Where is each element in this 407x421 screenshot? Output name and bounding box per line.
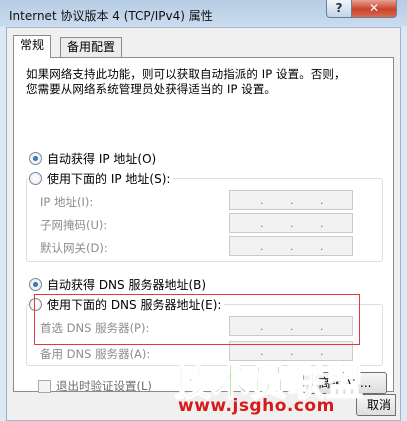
tab-general[interactable]: 常规 <box>13 35 52 58</box>
dns-auto-label: 自动获得 DNS 服务器地址(B) <box>47 277 207 292</box>
default-gateway-label: 默认网关(D): <box>40 241 108 255</box>
ip-manual-label: 使用下面的 IP 地址(S): <box>47 171 171 186</box>
general-panel: 如果网络支持此功能，则可以获取自动指派的 IP 设置。否则， 您需要从网络系统管… <box>13 57 394 392</box>
ip-address-label: IP 地址(I): <box>40 195 94 209</box>
subnet-mask-input[interactable]: ... <box>229 213 353 233</box>
default-gateway-input[interactable]: ... <box>229 236 353 256</box>
checkbox-icon[interactable] <box>38 379 51 393</box>
description-text: 如果网络支持此功能，则可以获取自动指派的 IP 设置。否则， 您需要从网络系统管… <box>26 67 386 97</box>
red-highlight-box <box>34 294 360 345</box>
watermark-url: www.jsgho.com <box>178 396 335 416</box>
ip-manual-group: IP 地址(I): ... 子网掩码(U): ... 默认网关(D): ... <box>26 178 383 262</box>
watermark-logo: 技术员联盟 www.jsgho.com <box>172 352 372 416</box>
radio-unselected-icon[interactable] <box>29 171 42 185</box>
tab-alternate-config[interactable]: 备用配置 <box>60 37 123 58</box>
ip-auto-label: 自动获得 IP 地址(O) <box>47 151 157 166</box>
ip-manual-radio[interactable]: 使用下面的 IP 地址(S): <box>29 170 174 186</box>
dns-auto-radio[interactable]: 自动获得 DNS 服务器地址(B) <box>29 276 210 292</box>
radio-selected-icon[interactable] <box>29 151 42 165</box>
subnet-mask-label: 子网掩码(U): <box>40 218 108 232</box>
window-title: Internet 协议版本 4 (TCP/IPv4) 属性 <box>9 9 213 23</box>
description-line: 如果网络支持此功能，则可以获取自动指派的 IP 设置。否则， <box>26 67 346 81</box>
alternate-dns-label: 备用 DNS 服务器(A): <box>40 347 151 361</box>
help-button[interactable]: ? <box>326 0 352 18</box>
validate-settings-label: 退出时验证设置(L) <box>56 379 152 393</box>
close-button[interactable]: ✕ <box>351 0 397 18</box>
title-bar: Internet 协议版本 4 (TCP/IPv4) 属性 ? ✕ <box>0 0 407 26</box>
validate-settings-checkbox[interactable]: 退出时验证设置(L) <box>38 378 152 394</box>
description-line: 您需要从网络系统管理员处获得适当的 IP 设置。 <box>26 82 277 96</box>
radio-selected-icon[interactable] <box>29 277 42 291</box>
ip-address-input[interactable]: ... <box>229 190 353 210</box>
ip-auto-radio[interactable]: 自动获得 IP 地址(O) <box>29 150 160 166</box>
